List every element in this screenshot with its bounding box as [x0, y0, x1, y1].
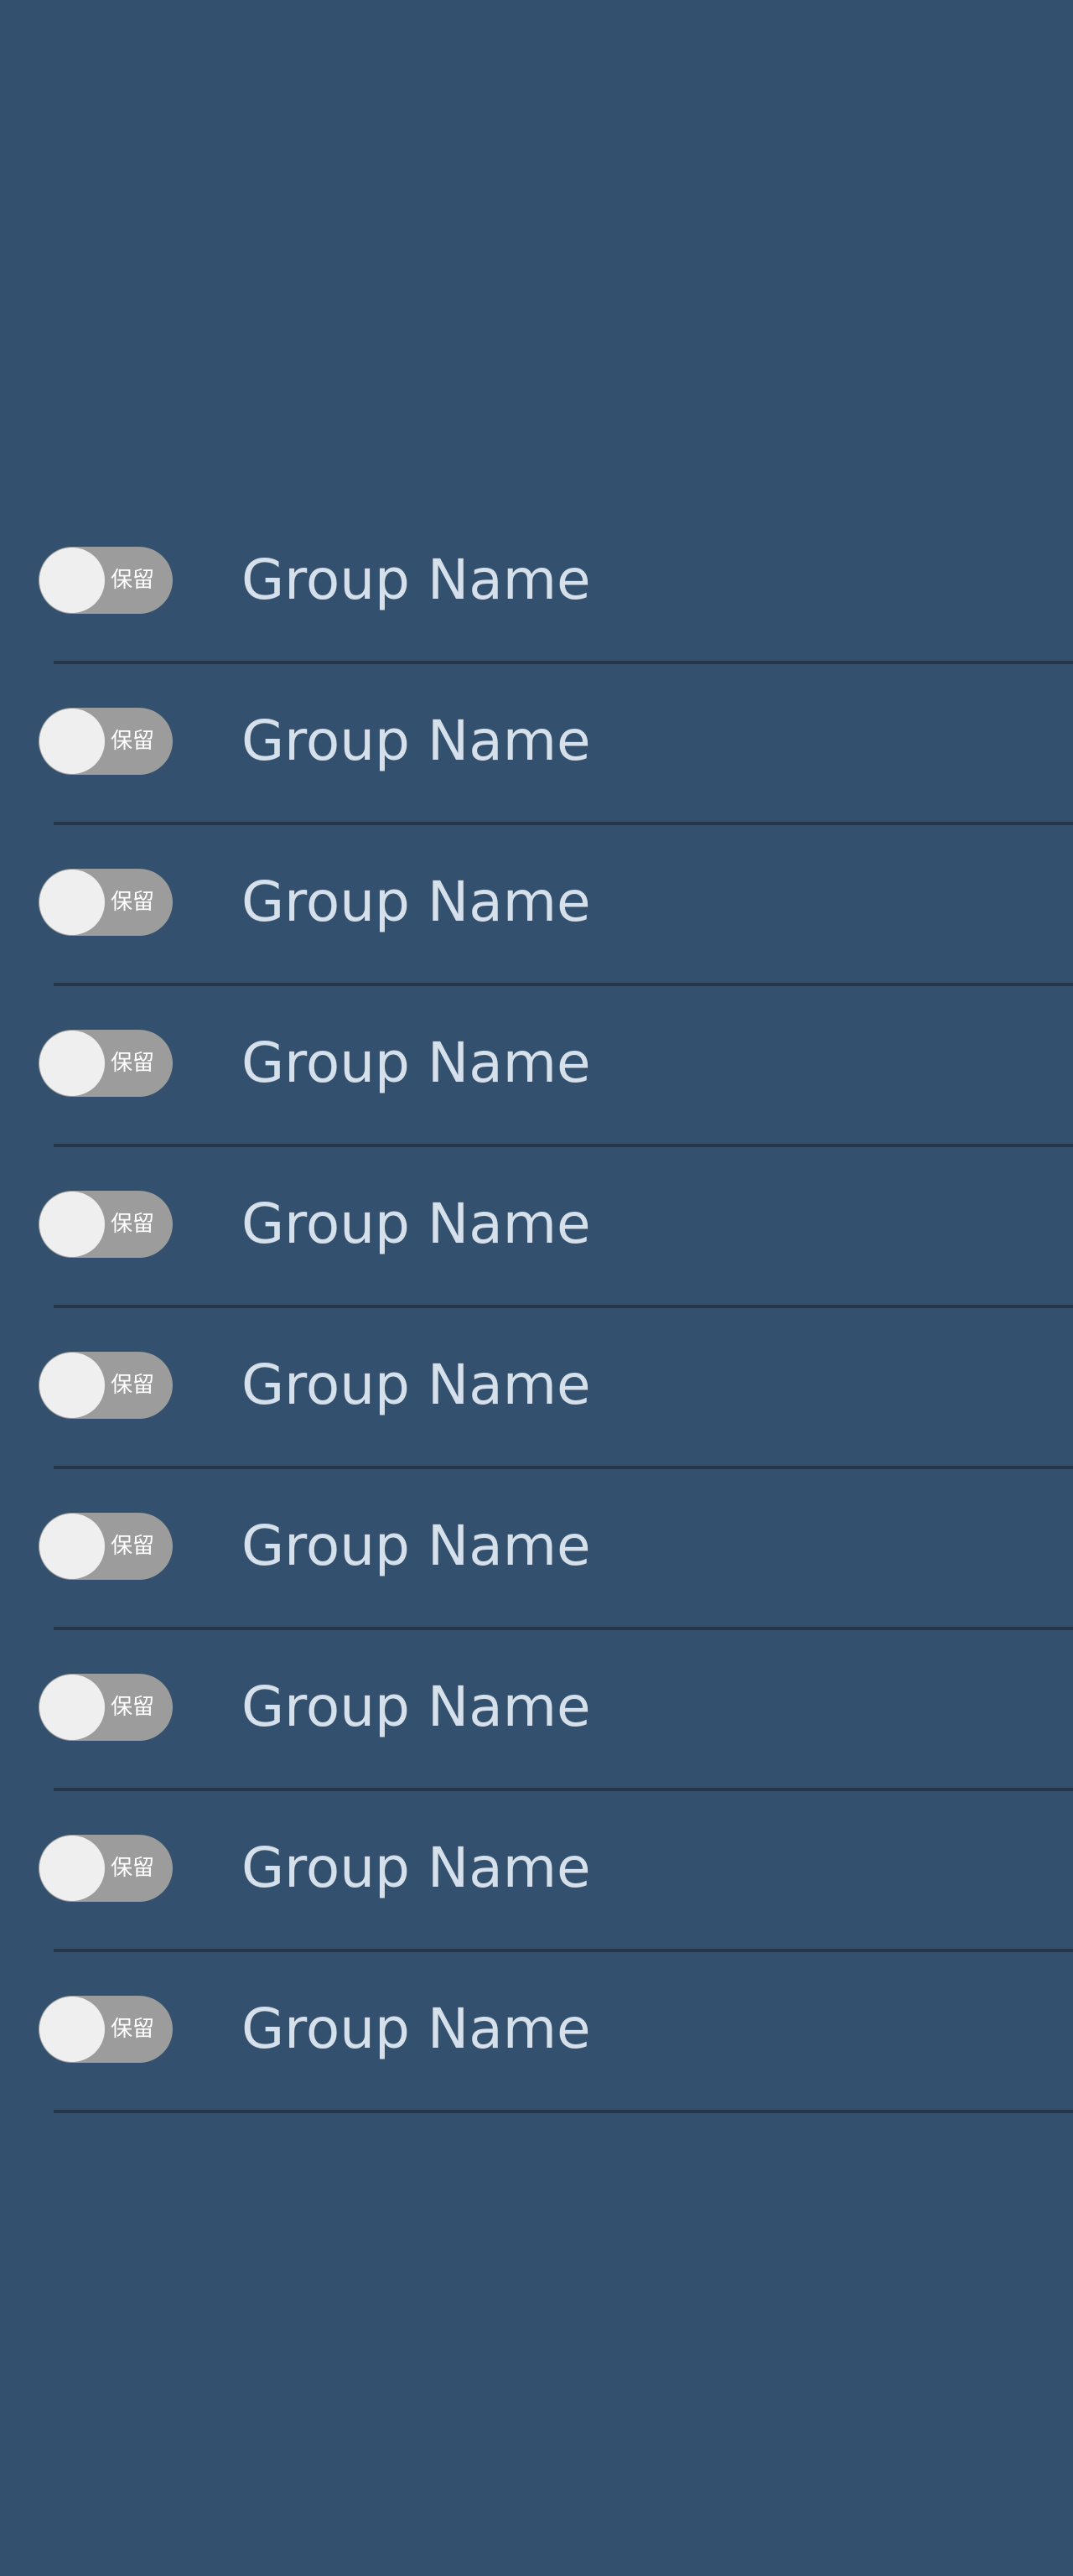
group-name[interactable]: Group Name: [241, 547, 591, 614]
group-row: 保留 Group Name: [0, 825, 1073, 986]
toggle-label: 保留: [111, 729, 155, 754]
keep-toggle[interactable]: 保留: [39, 1674, 173, 1741]
toggle-label: 保留: [111, 1051, 155, 1076]
group-row: 保留 Group Name: [0, 986, 1073, 1147]
toggle-label: 保留: [111, 1212, 155, 1237]
group-list: 保留 Group Name 保留 Group Name 保留 Group Nam…: [0, 503, 1073, 2113]
keep-toggle[interactable]: 保留: [39, 1352, 173, 1419]
group-row: 保留 Group Name: [0, 1469, 1073, 1630]
toggle-knob[interactable]: [39, 1192, 105, 1257]
group-name[interactable]: Group Name: [241, 1030, 591, 1097]
toggle-knob[interactable]: [39, 709, 105, 774]
toggle-knob[interactable]: [39, 548, 105, 613]
keep-toggle[interactable]: 保留: [39, 708, 173, 775]
keep-toggle[interactable]: 保留: [39, 1191, 173, 1258]
toggle-label: 保留: [111, 568, 155, 593]
group-name[interactable]: Group Name: [241, 1191, 591, 1258]
group-name[interactable]: Group Name: [241, 1674, 591, 1741]
group-row: 保留 Group Name: [0, 1308, 1073, 1469]
group-name[interactable]: Group Name: [241, 1513, 591, 1580]
group-name[interactable]: Group Name: [241, 1996, 591, 2063]
group-name[interactable]: Group Name: [241, 1352, 591, 1419]
toggle-label: 保留: [111, 1695, 155, 1720]
toggle-knob[interactable]: [39, 1997, 105, 2062]
toggle-knob[interactable]: [39, 1836, 105, 1901]
group-row: 保留 Group Name: [0, 1791, 1073, 1952]
group-row: 保留 Group Name: [0, 664, 1073, 825]
keep-toggle[interactable]: 保留: [39, 1996, 173, 2063]
toggle-label: 保留: [111, 2017, 155, 2042]
group-row: 保留 Group Name: [0, 503, 1073, 664]
toggle-knob[interactable]: [39, 1031, 105, 1096]
toggle-knob[interactable]: [39, 870, 105, 935]
toggle-label: 保留: [111, 1856, 155, 1881]
toggle-knob[interactable]: [39, 1353, 105, 1418]
group-row: 保留 Group Name: [0, 1630, 1073, 1791]
keep-toggle[interactable]: 保留: [39, 547, 173, 614]
toggle-knob[interactable]: [39, 1675, 105, 1740]
toggle-label: 保留: [111, 1534, 155, 1559]
row-divider: [54, 2110, 1073, 2113]
toggle-label: 保留: [111, 890, 155, 915]
group-name[interactable]: Group Name: [241, 1835, 591, 1902]
group-name[interactable]: Group Name: [241, 869, 591, 936]
group-row: 保留 Group Name: [0, 1147, 1073, 1308]
group-name[interactable]: Group Name: [241, 708, 591, 775]
keep-toggle[interactable]: 保留: [39, 1513, 173, 1580]
keep-toggle[interactable]: 保留: [39, 869, 173, 936]
toggle-label: 保留: [111, 1373, 155, 1398]
group-row: 保留 Group Name: [0, 1952, 1073, 2113]
keep-toggle[interactable]: 保留: [39, 1030, 173, 1097]
keep-toggle[interactable]: 保留: [39, 1835, 173, 1902]
toggle-knob[interactable]: [39, 1514, 105, 1579]
